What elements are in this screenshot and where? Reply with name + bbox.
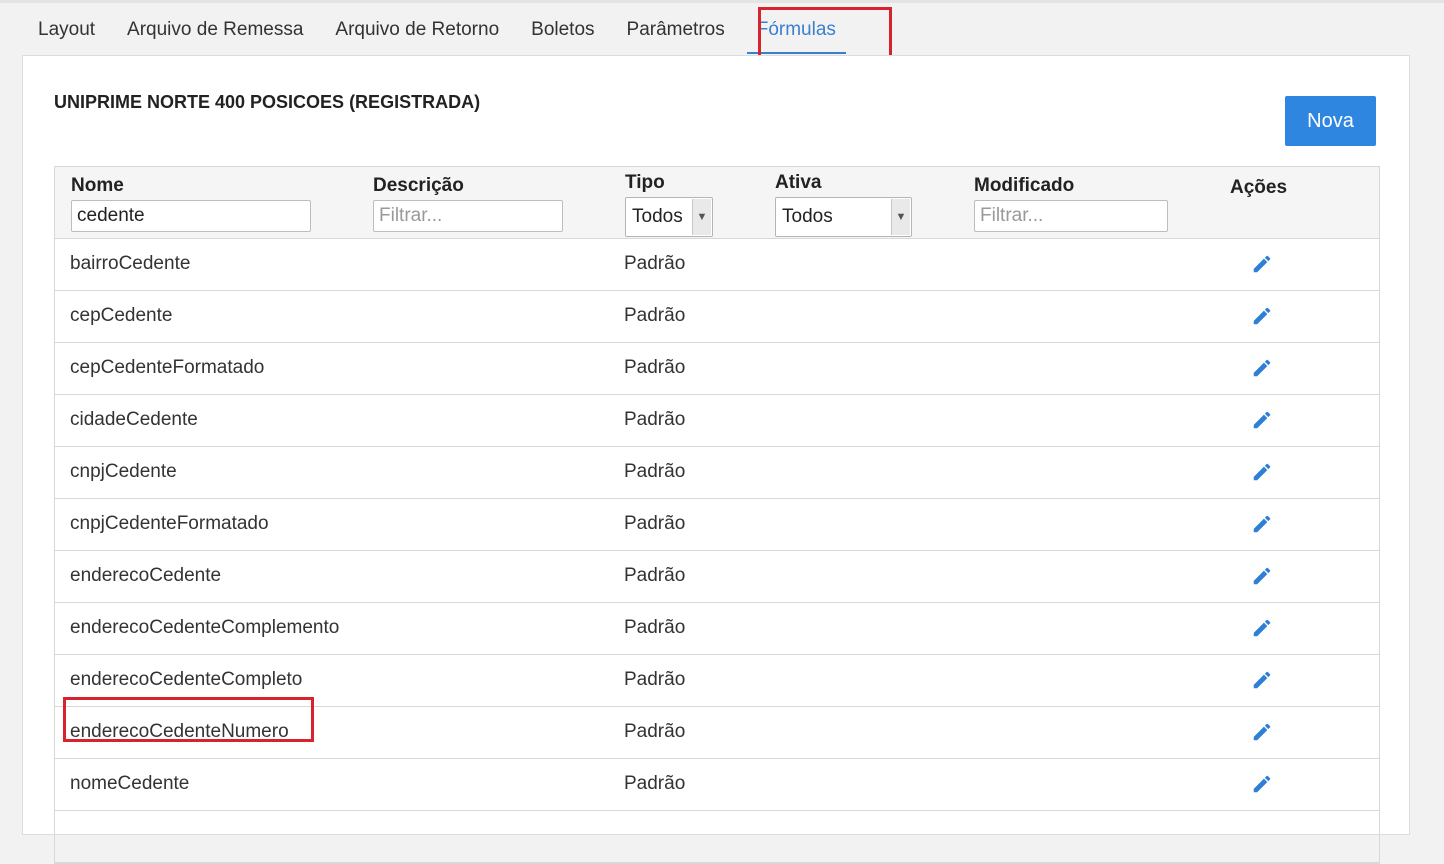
table-row[interactable]: cnpjCedente Padrão	[55, 447, 1379, 499]
row-nome: bairroCedente	[70, 253, 191, 274]
tipo-filter-value: Todos	[632, 206, 683, 227]
ativa-filter-value: Todos	[782, 206, 833, 227]
new-formula-button[interactable]: Nova	[1285, 96, 1376, 146]
row-nome: enderecoCedenteCompleto	[70, 669, 303, 690]
row-tipo: Padrão	[624, 513, 686, 534]
table-header: Nome Descrição Tipo Todos ▼ Ativa Todos …	[55, 167, 1379, 239]
tab-parametros[interactable]: Parâmetros	[611, 4, 741, 56]
row-nome: enderecoCedenteNumero	[70, 721, 289, 742]
row-tipo: Padrão	[624, 773, 686, 794]
pencil-icon[interactable]	[1251, 669, 1273, 691]
row-tipo: Padrão	[624, 721, 686, 742]
nome-filter-input[interactable]	[71, 200, 311, 232]
row-tipo: Padrão	[624, 565, 686, 586]
column-header-descricao[interactable]: Descrição	[373, 175, 464, 197]
table-row[interactable]: enderecoCedenteCompleto Padrão	[55, 655, 1379, 707]
descricao-filter-input[interactable]	[373, 200, 563, 232]
pencil-icon[interactable]	[1251, 721, 1273, 743]
pencil-icon[interactable]	[1251, 253, 1273, 275]
column-header-nome[interactable]: Nome	[71, 175, 124, 197]
row-nome: cidadeCedente	[70, 409, 198, 430]
pencil-icon[interactable]	[1251, 513, 1273, 535]
column-header-ativa[interactable]: Ativa	[775, 172, 821, 194]
row-tipo: Padrão	[624, 357, 686, 378]
row-nome: enderecoCedente	[70, 565, 222, 586]
tab-bar: Layout Arquivo de Remessa Arquivo de Ret…	[22, 4, 852, 56]
tipo-filter-select[interactable]: Todos ▼	[625, 197, 713, 237]
row-nome: nomeCedente	[70, 773, 190, 794]
row-tipo: Padrão	[624, 669, 686, 690]
table-row[interactable]: cepCedente Padrão	[55, 291, 1379, 343]
table-row[interactable]: cnpjCedenteFormatado Padrão	[55, 499, 1379, 551]
formulas-table: Nome Descrição Tipo Todos ▼ Ativa Todos …	[54, 166, 1380, 864]
pencil-icon[interactable]	[1251, 409, 1273, 431]
page-title: UNIPRIME NORTE 400 POSICOES (REGISTRADA)	[54, 92, 481, 112]
row-nome: cnpjCedenteFormatado	[70, 513, 269, 534]
row-nome: cepCedenteFormatado	[70, 357, 265, 378]
table-row[interactable]: cidadeCedente Padrão	[55, 395, 1379, 447]
row-nome: cepCedente	[70, 305, 173, 326]
column-header-acoes: Ações	[1230, 177, 1288, 198]
top-divider	[0, 0, 1444, 3]
pencil-icon[interactable]	[1251, 461, 1273, 483]
tab-arquivo-remessa[interactable]: Arquivo de Remessa	[111, 4, 319, 56]
column-header-tipo[interactable]: Tipo	[625, 172, 665, 194]
ativa-filter-select[interactable]: Todos ▼	[775, 197, 912, 237]
modificado-filter-input[interactable]	[974, 200, 1168, 232]
pencil-icon[interactable]	[1251, 305, 1273, 327]
pencil-icon[interactable]	[1251, 565, 1273, 587]
table-row[interactable]: enderecoCedenteComplemento Padrão	[55, 603, 1379, 655]
chevron-down-icon: ▼	[692, 199, 711, 235]
row-tipo: Padrão	[624, 305, 686, 326]
column-header-modificado[interactable]: Modificado	[974, 175, 1074, 197]
table-row[interactable]: cepCedenteFormatado Padrão	[55, 343, 1379, 395]
table-row[interactable]	[55, 811, 1379, 863]
row-nome: enderecoCedenteComplemento	[70, 617, 340, 638]
formulas-panel: UNIPRIME NORTE 400 POSICOES (REGISTRADA)…	[22, 55, 1410, 864]
table-row[interactable]: bairroCedente Padrão	[55, 239, 1379, 291]
pencil-icon[interactable]	[1251, 773, 1273, 795]
tab-boletos[interactable]: Boletos	[515, 4, 610, 56]
pencil-icon[interactable]	[1251, 357, 1273, 379]
table-row[interactable]: nomeCedente Padrão	[55, 759, 1379, 811]
row-tipo: Padrão	[624, 617, 686, 638]
row-nome: cnpjCedente	[70, 461, 177, 482]
tab-arquivo-retorno[interactable]: Arquivo de Retorno	[319, 4, 515, 56]
table-row[interactable]: enderecoCedenteNumero Padrão	[55, 707, 1379, 759]
chevron-down-icon: ▼	[891, 199, 910, 235]
row-tipo: Padrão	[624, 253, 686, 274]
row-tipo: Padrão	[624, 461, 686, 482]
pencil-icon[interactable]	[1251, 617, 1273, 639]
tab-layout[interactable]: Layout	[22, 4, 111, 56]
row-tipo: Padrão	[624, 409, 686, 430]
tab-formulas[interactable]: Fórmulas	[741, 4, 852, 56]
table-row[interactable]: enderecoCedente Padrão	[55, 551, 1379, 603]
